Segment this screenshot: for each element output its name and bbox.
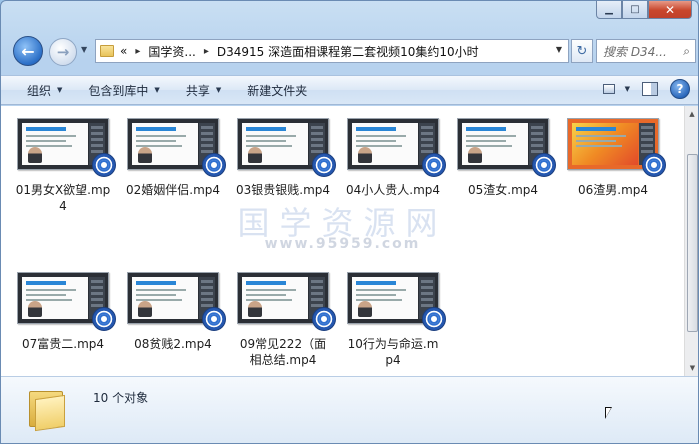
change-view-icon[interactable] (599, 79, 619, 99)
media-player-icon (642, 153, 666, 177)
share-label: 共享 (185, 83, 210, 98)
video-thumbnail (567, 118, 666, 177)
file-item[interactable]: 09常见222（面相总结.mp4 (228, 272, 338, 368)
file-item[interactable]: 05渣女.mp4 (448, 118, 558, 198)
file-item[interactable]: 03银贵银贱.mp4 (228, 118, 338, 198)
video-thumbnail (237, 272, 336, 331)
view-options-dropdown[interactable]: ▼ (625, 85, 630, 93)
media-player-icon (92, 307, 116, 331)
include-library-label: 包含到库中 (88, 83, 149, 98)
media-player-icon (92, 153, 116, 177)
file-item[interactable]: 07富贵二.mp4 (8, 272, 118, 352)
search-input[interactable]: 搜索 D34... ⌕ (596, 39, 696, 63)
share-menu[interactable]: 共享 ▼ (173, 75, 234, 105)
breadcrumb-item-current[interactable]: D34915 深造面相课程第二套视频10集约10小时 (217, 43, 479, 60)
file-item[interactable]: 04小人贵人.mp4 (338, 118, 448, 198)
close-button[interactable]: ✕ (648, 1, 692, 19)
chevron-right-icon: ▸ (135, 45, 141, 57)
video-thumbnail (127, 118, 226, 177)
video-thumbnail (237, 118, 336, 177)
folder-icon (29, 387, 69, 432)
video-thumbnail (17, 118, 116, 177)
file-list[interactable]: 国学资源网 www.95959.com 01男女X欲望.mp4 02婚姻伴侣.mp… (1, 106, 684, 376)
file-name: 05渣女.mp4 (467, 183, 539, 197)
mouse-cursor-icon (605, 407, 612, 419)
recent-pages-dropdown[interactable]: ▼ (81, 45, 87, 54)
explorer-window: ▁ □ ✕ ← → ▼ « ▸ 国学资... ▸ D34915 深造面相课程第二… (0, 0, 699, 444)
navigation-bar: ← → ▼ « ▸ 国学资... ▸ D34915 深造面相课程第二套视频10集… (9, 35, 696, 66)
media-player-icon (202, 153, 226, 177)
details-pane: 10 个对象 (1, 376, 698, 443)
video-thumbnail (347, 118, 446, 177)
file-name: 02婚姻伴侣.mp4 (125, 183, 221, 197)
file-name: 06渣男.mp4 (577, 183, 649, 197)
file-name: 08贫贱2.mp4 (134, 337, 212, 351)
address-bar[interactable]: « ▸ 国学资... ▸ D34915 深造面相课程第二套视频10集约10小时 … (95, 39, 569, 63)
caption-buttons: ▁ □ ✕ (596, 1, 692, 19)
refresh-button[interactable]: ↻ (571, 39, 593, 63)
file-name: 03银贵银贱.mp4 (235, 183, 331, 197)
new-folder-button[interactable]: 新建文件夹 (234, 75, 320, 105)
video-thumbnail (127, 272, 226, 331)
chevron-right-icon: ▸ (203, 45, 209, 57)
media-player-icon (532, 153, 556, 177)
folder-icon (100, 45, 114, 57)
search-placeholder: 搜索 D34... (603, 44, 667, 59)
maximize-button[interactable]: □ (622, 1, 648, 19)
chevron-down-icon: ▼ (57, 86, 63, 94)
preview-pane-icon[interactable] (642, 82, 658, 96)
file-item[interactable]: 01男女X欲望.mp4 (8, 118, 118, 214)
organize-menu[interactable]: 组织 ▼ (1, 75, 75, 105)
watermark-url: www.95959.com (264, 236, 421, 252)
chevron-down-icon: ▼ (215, 86, 222, 94)
vertical-scrollbar[interactable]: ▲ ▼ (684, 106, 698, 376)
forward-button[interactable]: → (49, 38, 77, 66)
scroll-down-icon[interactable]: ▼ (685, 360, 698, 376)
command-bar: 组织 ▼ 包含到库中 ▼ 共享 ▼ 新建文件夹 ▼ ? (1, 75, 698, 105)
scroll-up-icon[interactable]: ▲ (685, 106, 698, 122)
file-name: 09常见222（面相总结.mp4 (239, 337, 327, 367)
file-name: 07富贵二.mp4 (21, 337, 105, 351)
media-player-icon (312, 307, 336, 331)
help-button[interactable]: ? (670, 79, 690, 99)
organize-label: 组织 (27, 83, 52, 98)
breadcrumb-overflow[interactable]: « (120, 44, 127, 58)
file-item[interactable]: 06渣男.mp4 (558, 118, 668, 198)
file-name: 01男女X欲望.mp4 (15, 183, 111, 213)
scroll-thumb[interactable] (687, 154, 698, 332)
media-player-icon (202, 307, 226, 331)
new-folder-label: 新建文件夹 (247, 83, 308, 98)
video-thumbnail (347, 272, 446, 331)
file-item[interactable]: 10行为与命运.mp4 (338, 272, 448, 368)
media-player-icon (312, 153, 336, 177)
media-player-icon (422, 307, 446, 331)
file-item[interactable]: 08贫贱2.mp4 (118, 272, 228, 352)
video-thumbnail (457, 118, 556, 177)
file-item[interactable]: 02婚姻伴侣.mp4 (118, 118, 228, 198)
include-in-library-menu[interactable]: 包含到库中 ▼ (75, 75, 172, 105)
media-player-icon (422, 153, 446, 177)
command-bar-right: ▼ ? (599, 79, 690, 99)
breadcrumb-item-parent[interactable]: 国学资... (148, 43, 195, 60)
back-button[interactable]: ← (13, 36, 43, 66)
item-count: 10 个对象 (93, 391, 149, 405)
file-name: 04小人贵人.mp4 (345, 183, 441, 197)
video-thumbnail (17, 272, 116, 331)
file-name: 10行为与命运.mp4 (347, 337, 439, 367)
search-icon[interactable]: ⌕ (683, 44, 690, 59)
minimize-button[interactable]: ▁ (596, 1, 622, 19)
address-dropdown-icon[interactable]: ▼ (556, 45, 562, 54)
chevron-down-icon: ▼ (154, 86, 160, 94)
